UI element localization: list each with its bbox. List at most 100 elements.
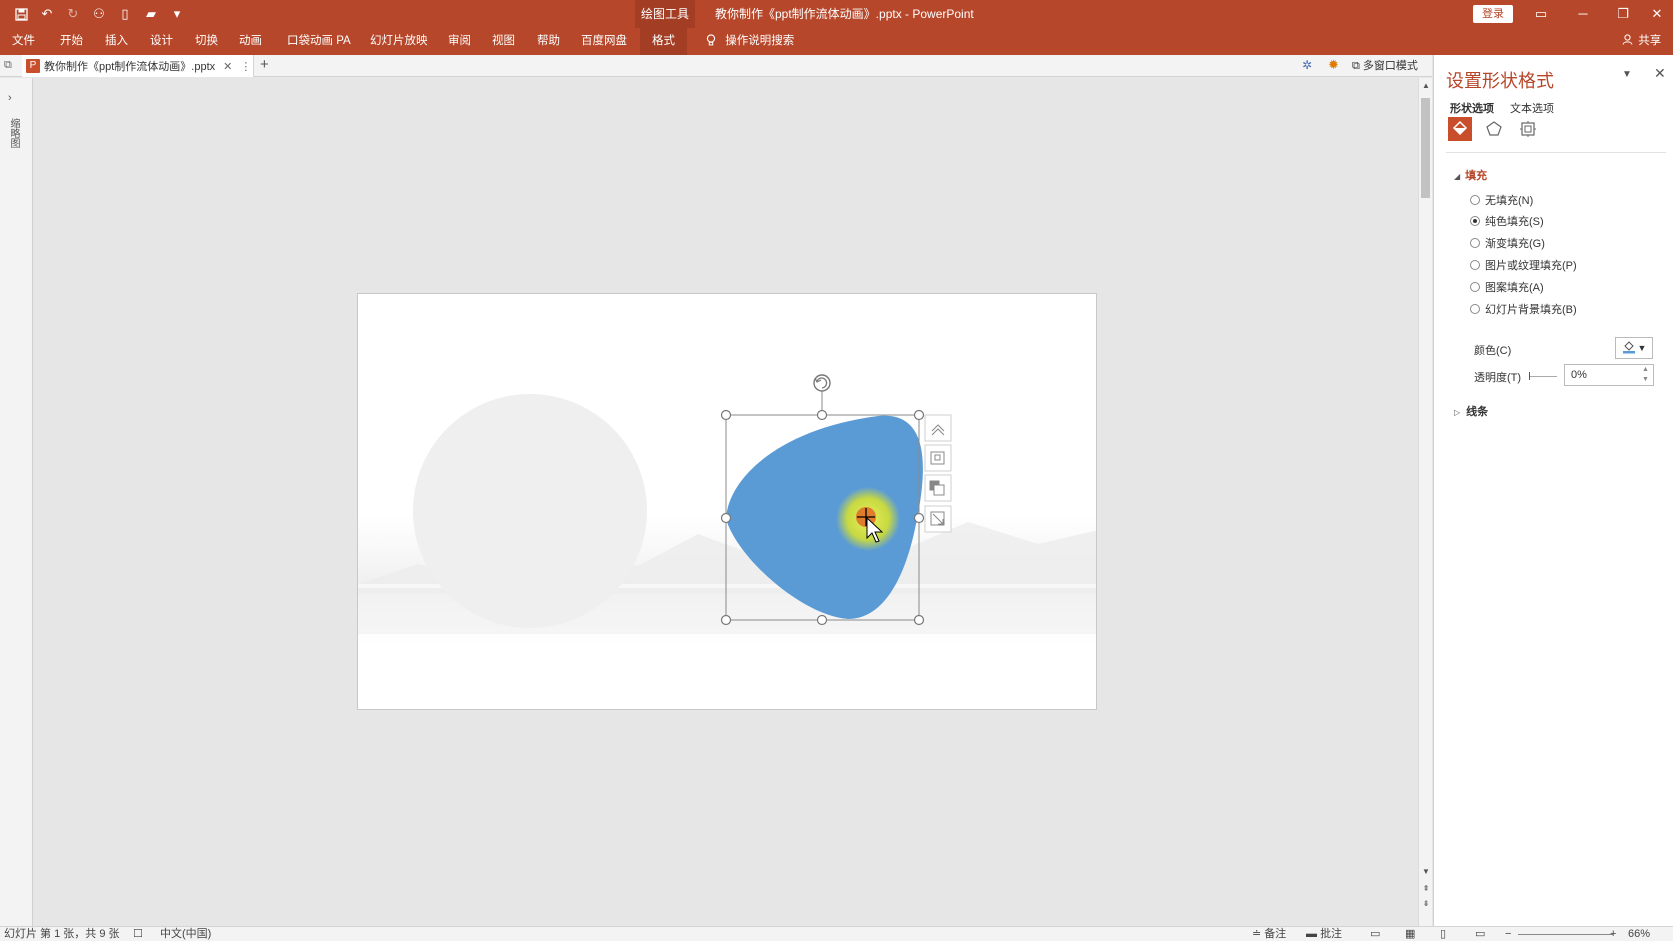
- zoom-level[interactable]: 66%: [1628, 927, 1650, 941]
- zoom-in-icon[interactable]: +: [1610, 927, 1616, 941]
- tab-home[interactable]: 开始: [58, 28, 85, 55]
- tab-format[interactable]: 格式: [640, 28, 687, 55]
- fill-section-label: 填充: [1465, 170, 1488, 182]
- undo-icon[interactable]: ↶: [36, 4, 58, 24]
- fill-option-pattern[interactable]: 图案填充(A): [1470, 279, 1544, 295]
- radio-picture-fill[interactable]: [1470, 260, 1480, 270]
- size-properties-icon[interactable]: [1516, 117, 1540, 141]
- ribbon-display-options-icon[interactable]: ▭: [1521, 0, 1561, 28]
- tab-more-icon[interactable]: ⋮: [240, 60, 251, 73]
- rotate-handle[interactable]: [813, 374, 831, 392]
- settings-gear-icon[interactable]: ✹: [1328, 57, 1339, 73]
- notes-button[interactable]: ≐ 备注: [1252, 927, 1286, 941]
- transparency-spinner-icon[interactable]: ▲ ▼: [1642, 365, 1649, 385]
- minimize-button[interactable]: ─: [1563, 0, 1603, 28]
- fill-option-label: 纯色填充(S): [1485, 216, 1544, 228]
- context-tool-label: 绘图工具: [635, 0, 695, 28]
- tab-animations[interactable]: 动画: [237, 28, 264, 55]
- pane-divider: [1446, 152, 1666, 153]
- multi-window-mode-button[interactable]: ⧉ 多窗口模式: [1352, 55, 1418, 77]
- fill-option-label: 渐变填充(G): [1485, 238, 1545, 250]
- pane-options-icon[interactable]: ▼: [1622, 69, 1632, 80]
- transparency-input[interactable]: 0%: [1564, 364, 1654, 386]
- normal-view-icon[interactable]: ▭: [1370, 927, 1380, 941]
- tell-me-search[interactable]: 操作说明搜索: [706, 28, 794, 55]
- tab-design[interactable]: 设计: [148, 28, 175, 55]
- previous-slide-icon[interactable]: ⇞: [1420, 883, 1432, 895]
- radio-slide-background-fill[interactable]: [1470, 304, 1480, 314]
- tab-text-options[interactable]: 文本选项: [1510, 100, 1554, 116]
- close-button[interactable]: ✕: [1641, 0, 1673, 28]
- fill-line-icon[interactable]: [1448, 117, 1472, 141]
- zoom-slider[interactable]: [1518, 934, 1613, 935]
- ribbon-tabs: 文件 开始 插入 设计 切换 动画 口袋动画 PA 幻灯片放映 审阅 视图 帮助…: [0, 28, 1673, 55]
- tab-help[interactable]: 帮助: [535, 28, 562, 55]
- save-icon[interactable]: [10, 4, 32, 24]
- fill-option-slide-background[interactable]: 幻灯片背景填充(B): [1470, 301, 1577, 317]
- tab-review[interactable]: 审阅: [446, 28, 473, 55]
- vertical-scrollbar[interactable]: ▲ ▼ ⇞ ⇟: [1418, 78, 1432, 926]
- radio-gradient-fill[interactable]: [1470, 238, 1480, 248]
- presenter-icon[interactable]: ⚇: [88, 4, 110, 24]
- tab-transitions[interactable]: 切换: [193, 28, 220, 55]
- document-tab[interactable]: P 教你制作《ppt制作流体动画》.pptx ✕ ⋮: [22, 55, 254, 77]
- fill-option-none[interactable]: 无填充(N): [1470, 192, 1533, 208]
- customize-qat-icon[interactable]: ▾: [166, 4, 188, 24]
- transparency-slider[interactable]: [1529, 372, 1557, 380]
- maximize-button[interactable]: ❐: [1603, 0, 1643, 28]
- tab-slideshow[interactable]: 幻灯片放映: [368, 28, 430, 55]
- close-tab-icon[interactable]: ✕: [223, 60, 232, 73]
- share-button[interactable]: 共享: [1622, 28, 1661, 55]
- effects-pentagon-icon[interactable]: [1482, 117, 1506, 141]
- login-button[interactable]: 登录: [1473, 5, 1513, 23]
- slide-canvas[interactable]: [357, 293, 1097, 710]
- status-bar: 幻灯片 第 1 张，共 9 张 ☐ 中文(中国) ≐ 备注 ▬ 批注 ▭ ▦ ▯…: [0, 926, 1673, 941]
- scroll-up-icon[interactable]: ▲: [1420, 80, 1432, 92]
- pane-close-icon[interactable]: ✕: [1654, 65, 1666, 82]
- tab-insert[interactable]: 插入: [103, 28, 130, 55]
- shape-quick-buttons[interactable]: [924, 414, 952, 533]
- radio-solid-fill[interactable]: [1470, 216, 1480, 226]
- redo-icon[interactable]: ↻: [62, 4, 84, 24]
- pane-title: 设置形状格式: [1446, 71, 1554, 91]
- zoom-out-icon[interactable]: −: [1505, 927, 1511, 941]
- expand-thumbnails-icon[interactable]: ›: [8, 92, 12, 104]
- fill-color-picker[interactable]: ▼: [1615, 337, 1653, 359]
- new-file-icon[interactable]: ▯: [114, 4, 136, 24]
- fill-option-gradient[interactable]: 渐变填充(G): [1470, 235, 1545, 251]
- tab-file[interactable]: 文件: [10, 28, 37, 55]
- scrollbar-thumb[interactable]: [1421, 98, 1430, 198]
- slide-sorter-icon[interactable]: ▦: [1405, 927, 1415, 941]
- tab-shape-options[interactable]: 形状选项: [1450, 100, 1494, 116]
- slideshow-view-icon[interactable]: ▭: [1475, 927, 1485, 941]
- reading-view-icon[interactable]: ▯: [1440, 927, 1446, 941]
- document-tab-label: 教你制作《ppt制作流体动画》.pptx: [44, 61, 216, 73]
- grey-circle-shape[interactable]: [413, 394, 647, 628]
- new-tab-icon[interactable]: +: [260, 56, 269, 73]
- comments-label: 批注: [1320, 928, 1343, 940]
- radio-pattern-fill[interactable]: [1470, 282, 1480, 292]
- tab-list-icon[interactable]: ⧉: [4, 59, 12, 72]
- scroll-down-icon[interactable]: ▼: [1420, 866, 1432, 878]
- multi-window-label: 多窗口模式: [1362, 60, 1418, 72]
- document-tab-bar: ⧉ P 教你制作《ppt制作流体动画》.pptx ✕ ⋮ + ✲ ✹ ⧉ 多窗口…: [0, 55, 1432, 77]
- spellcheck-icon[interactable]: ☐: [133, 927, 143, 941]
- color-label: 颜色(C): [1474, 345, 1512, 357]
- tab-pocket-animation[interactable]: 口袋动画 PA: [285, 28, 353, 55]
- tab-view[interactable]: 视图: [490, 28, 517, 55]
- radio-no-fill[interactable]: [1470, 195, 1480, 205]
- line-section-label: 线条: [1466, 406, 1489, 418]
- fill-option-picture[interactable]: 图片或纹理填充(P): [1470, 257, 1577, 273]
- fill-option-label: 图案填充(A): [1485, 282, 1544, 294]
- language-indicator[interactable]: 中文(中国): [160, 927, 211, 941]
- fill-section-toggle[interactable]: ◢ 填充: [1454, 167, 1487, 183]
- tab-baidu-netdisk[interactable]: 百度网盘: [579, 28, 629, 55]
- open-folder-icon[interactable]: ▰: [140, 4, 162, 24]
- next-slide-icon[interactable]: ⇟: [1420, 898, 1432, 910]
- fill-option-label: 图片或纹理填充(P): [1485, 260, 1577, 272]
- accessibility-icon[interactable]: ✲: [1302, 58, 1312, 72]
- comments-button[interactable]: ▬ 批注: [1306, 927, 1342, 941]
- line-section-toggle[interactable]: ▷ 线条: [1454, 403, 1488, 419]
- expand-triangle-icon: ▷: [1454, 408, 1461, 417]
- fill-option-solid[interactable]: 纯色填充(S): [1470, 213, 1544, 229]
